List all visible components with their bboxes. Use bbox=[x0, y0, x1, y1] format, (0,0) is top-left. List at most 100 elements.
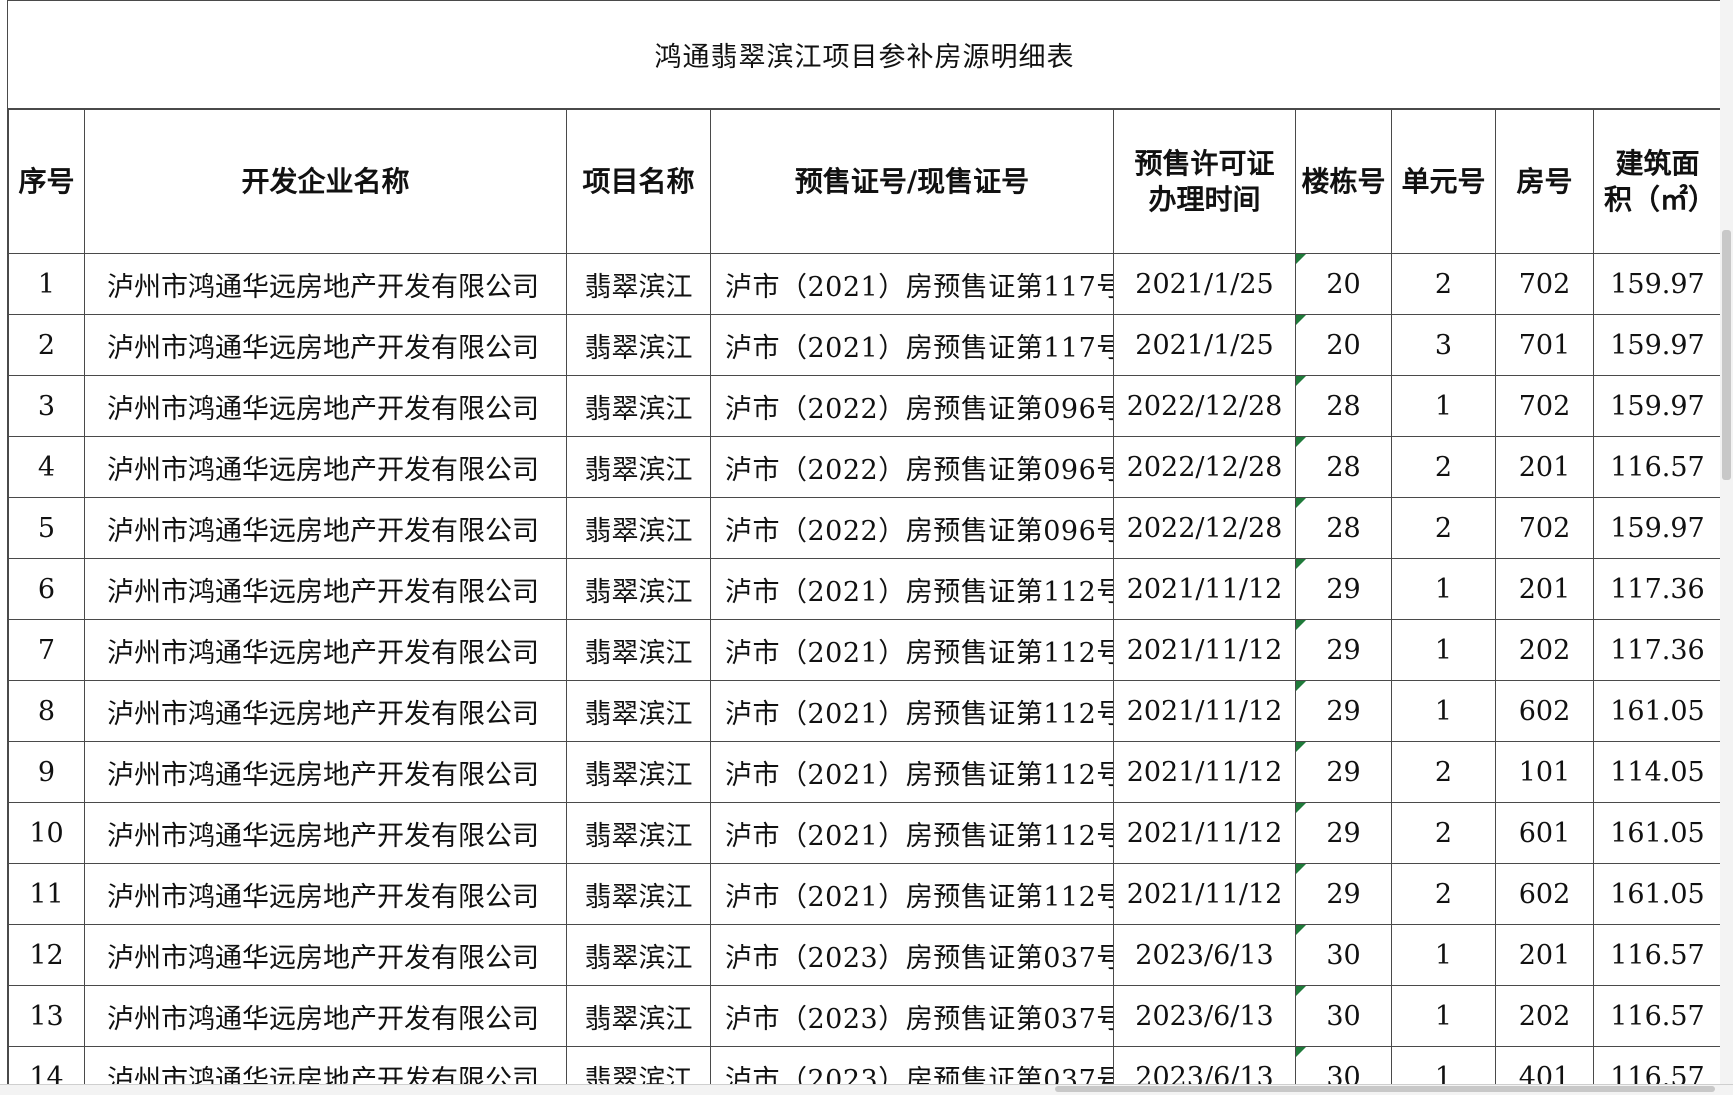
sheet-title[interactable]: 鸿通翡翠滨江项目参补房源明细表 bbox=[8, 1, 1720, 109]
cell-index[interactable]: 8 bbox=[8, 680, 85, 742]
header-unit[interactable]: 单元号 bbox=[1391, 109, 1496, 254]
cell-area[interactable]: 116.57 bbox=[1593, 1046, 1720, 1084]
cell-developer[interactable]: 泸州市鸿通华远房地产开发有限公司 bbox=[84, 985, 567, 1047]
cell-room[interactable]: 702 bbox=[1495, 497, 1594, 559]
cell-certificate[interactable]: 泸市（2021）房预售证第112号 bbox=[710, 680, 1114, 742]
cell-room[interactable]: 701 bbox=[1495, 314, 1594, 376]
cell-index[interactable]: 6 bbox=[8, 558, 85, 620]
header-room[interactable]: 房号 bbox=[1495, 109, 1594, 254]
cell-area[interactable]: 161.05 bbox=[1593, 680, 1720, 742]
cell-project[interactable]: 翡翠滨江 bbox=[566, 680, 711, 742]
cell-certificate[interactable]: 泸市（2021）房预售证第112号 bbox=[710, 619, 1114, 681]
cell-project[interactable]: 翡翠滨江 bbox=[566, 619, 711, 681]
cell-room[interactable]: 601 bbox=[1495, 802, 1594, 864]
cell-building[interactable]: 30 bbox=[1295, 924, 1392, 986]
cell-area[interactable]: 159.97 bbox=[1593, 497, 1720, 559]
cell-unit[interactable]: 1 bbox=[1391, 375, 1496, 437]
cell-permit-date[interactable]: 2023/6/13 bbox=[1113, 985, 1296, 1047]
cell-certificate[interactable]: 泸市（2021）房预售证第117号 bbox=[710, 314, 1114, 376]
cell-certificate[interactable]: 泸市（2022）房预售证第096号 bbox=[710, 436, 1114, 498]
cell-room[interactable]: 202 bbox=[1495, 619, 1594, 681]
cell-building[interactable]: 29 bbox=[1295, 619, 1392, 681]
cell-building[interactable]: 28 bbox=[1295, 375, 1392, 437]
cell-index[interactable]: 5 bbox=[8, 497, 85, 559]
cell-index[interactable]: 4 bbox=[8, 436, 85, 498]
cell-building[interactable]: 29 bbox=[1295, 558, 1392, 620]
cell-developer[interactable]: 泸州市鸿通华远房地产开发有限公司 bbox=[84, 375, 567, 437]
cell-project[interactable]: 翡翠滨江 bbox=[566, 497, 711, 559]
cell-permit-date[interactable]: 2022/12/28 bbox=[1113, 436, 1296, 498]
cell-permit-date[interactable]: 2022/12/28 bbox=[1113, 375, 1296, 437]
cell-certificate[interactable]: 泸市（2021）房预售证第112号 bbox=[710, 802, 1114, 864]
cell-area[interactable]: 159.97 bbox=[1593, 253, 1720, 315]
cell-permit-date[interactable]: 2023/6/13 bbox=[1113, 924, 1296, 986]
cell-unit[interactable]: 1 bbox=[1391, 924, 1496, 986]
cell-index[interactable]: 9 bbox=[8, 741, 85, 803]
cell-unit[interactable]: 3 bbox=[1391, 314, 1496, 376]
cell-room[interactable]: 702 bbox=[1495, 375, 1594, 437]
cell-project[interactable]: 翡翠滨江 bbox=[566, 375, 711, 437]
cell-project[interactable]: 翡翠滨江 bbox=[566, 741, 711, 803]
cell-permit-date[interactable]: 2021/1/25 bbox=[1113, 253, 1296, 315]
cell-index[interactable]: 1 bbox=[8, 253, 85, 315]
header-permit-date[interactable]: 预售许可证办理时间 bbox=[1113, 109, 1296, 254]
cell-project[interactable]: 翡翠滨江 bbox=[566, 558, 711, 620]
cell-area[interactable]: 159.97 bbox=[1593, 314, 1720, 376]
cell-room[interactable]: 202 bbox=[1495, 985, 1594, 1047]
cell-building[interactable]: 29 bbox=[1295, 863, 1392, 925]
cell-building[interactable]: 30 bbox=[1295, 1046, 1392, 1084]
header-index[interactable]: 序号 bbox=[8, 109, 85, 254]
cell-certificate[interactable]: 泸市（2021）房预售证第112号 bbox=[710, 558, 1114, 620]
cell-developer[interactable]: 泸州市鸿通华远房地产开发有限公司 bbox=[84, 436, 567, 498]
cell-index[interactable]: 2 bbox=[8, 314, 85, 376]
header-developer[interactable]: 开发企业名称 bbox=[84, 109, 567, 254]
cell-developer[interactable]: 泸州市鸿通华远房地产开发有限公司 bbox=[84, 680, 567, 742]
cell-certificate[interactable]: 泸市（2021）房预售证第117号 bbox=[710, 253, 1114, 315]
cell-developer[interactable]: 泸州市鸿通华远房地产开发有限公司 bbox=[84, 558, 567, 620]
cell-project[interactable]: 翡翠滨江 bbox=[566, 802, 711, 864]
cell-index[interactable]: 12 bbox=[8, 924, 85, 986]
cell-developer[interactable]: 泸州市鸿通华远房地产开发有限公司 bbox=[84, 741, 567, 803]
cell-area[interactable]: 161.05 bbox=[1593, 802, 1720, 864]
cell-area[interactable]: 114.05 bbox=[1593, 741, 1720, 803]
cell-developer[interactable]: 泸州市鸿通华远房地产开发有限公司 bbox=[84, 802, 567, 864]
cell-certificate[interactable]: 泸市（2022）房预售证第096号 bbox=[710, 497, 1114, 559]
cell-unit[interactable]: 2 bbox=[1391, 741, 1496, 803]
cell-area[interactable]: 159.97 bbox=[1593, 375, 1720, 437]
cell-certificate[interactable]: 泸市（2021）房预售证第112号 bbox=[710, 741, 1114, 803]
cell-permit-date[interactable]: 2021/1/25 bbox=[1113, 314, 1296, 376]
cell-unit[interactable]: 2 bbox=[1391, 436, 1496, 498]
cell-room[interactable]: 201 bbox=[1495, 924, 1594, 986]
cell-unit[interactable]: 2 bbox=[1391, 497, 1496, 559]
cell-developer[interactable]: 泸州市鸿通华远房地产开发有限公司 bbox=[84, 1046, 567, 1084]
cell-index[interactable]: 7 bbox=[8, 619, 85, 681]
header-building[interactable]: 楼栋号 bbox=[1295, 109, 1392, 254]
cell-permit-date[interactable]: 2021/11/12 bbox=[1113, 863, 1296, 925]
cell-index[interactable]: 3 bbox=[8, 375, 85, 437]
cell-certificate[interactable]: 泸市（2023）房预售证第037号 bbox=[710, 985, 1114, 1047]
cell-developer[interactable]: 泸州市鸿通华远房地产开发有限公司 bbox=[84, 497, 567, 559]
cell-room[interactable]: 401 bbox=[1495, 1046, 1594, 1084]
cell-certificate[interactable]: 泸市（2023）房预售证第037号 bbox=[710, 924, 1114, 986]
cell-project[interactable]: 翡翠滨江 bbox=[566, 436, 711, 498]
header-certificate[interactable]: 预售证号/现售证号 bbox=[710, 109, 1114, 254]
cell-developer[interactable]: 泸州市鸿通华远房地产开发有限公司 bbox=[84, 253, 567, 315]
cell-area[interactable]: 117.36 bbox=[1593, 558, 1720, 620]
cell-unit[interactable]: 1 bbox=[1391, 619, 1496, 681]
vertical-scrollbar-thumb[interactable] bbox=[1722, 230, 1731, 480]
cell-unit[interactable]: 1 bbox=[1391, 985, 1496, 1047]
cell-developer[interactable]: 泸州市鸿通华远房地产开发有限公司 bbox=[84, 314, 567, 376]
cell-unit[interactable]: 1 bbox=[1391, 680, 1496, 742]
cell-building[interactable]: 28 bbox=[1295, 497, 1392, 559]
cell-area[interactable]: 116.57 bbox=[1593, 436, 1720, 498]
cell-building[interactable]: 29 bbox=[1295, 802, 1392, 864]
cell-unit[interactable]: 2 bbox=[1391, 253, 1496, 315]
cell-project[interactable]: 翡翠滨江 bbox=[566, 863, 711, 925]
header-area[interactable]: 建筑面积（㎡） bbox=[1593, 109, 1720, 254]
cell-certificate[interactable]: 泸市（2022）房预售证第096号 bbox=[710, 375, 1114, 437]
cell-permit-date[interactable]: 2021/11/12 bbox=[1113, 680, 1296, 742]
cell-project[interactable]: 翡翠滨江 bbox=[566, 985, 711, 1047]
cell-permit-date[interactable]: 2021/11/12 bbox=[1113, 741, 1296, 803]
cell-project[interactable]: 翡翠滨江 bbox=[566, 253, 711, 315]
cell-developer[interactable]: 泸州市鸿通华远房地产开发有限公司 bbox=[84, 924, 567, 986]
